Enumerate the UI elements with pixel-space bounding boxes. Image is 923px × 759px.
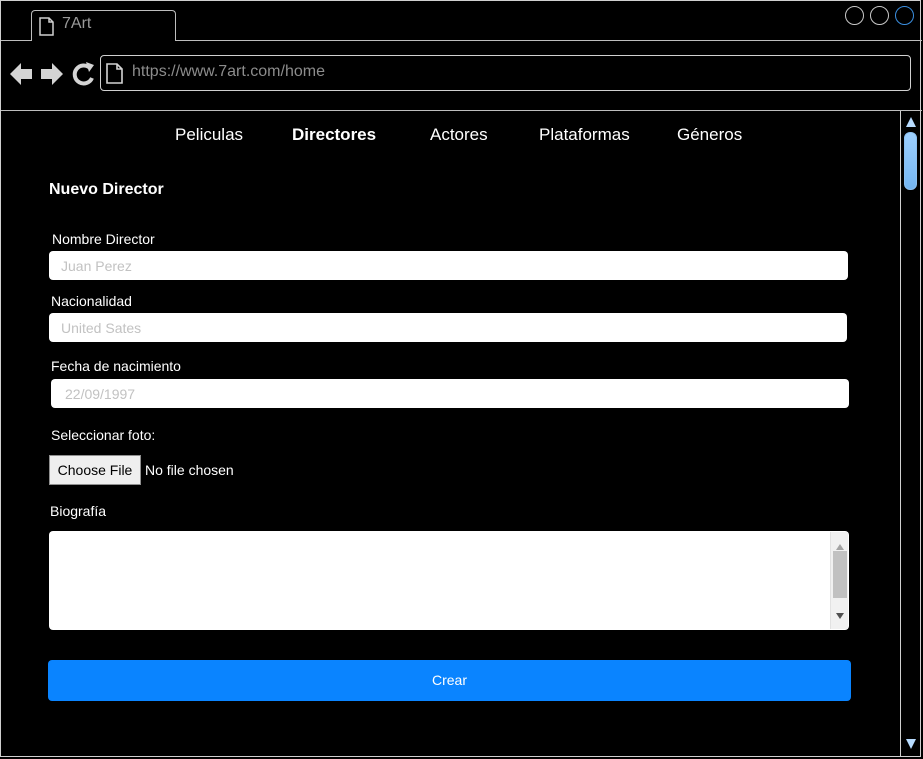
nav-item-peliculas[interactable]: Peliculas [175, 125, 243, 145]
birthdate-label: Fecha de nacimiento [51, 358, 181, 374]
close-button[interactable] [895, 6, 914, 25]
nav-item-generos[interactable]: Géneros [677, 125, 742, 145]
maximize-button[interactable] [870, 6, 889, 25]
forward-arrow-icon[interactable] [41, 63, 63, 85]
file-status: No file chosen [145, 462, 234, 478]
form-title: Nuevo Director [49, 181, 164, 198]
biography-textarea[interactable] [49, 531, 849, 630]
scroll-thumb[interactable] [904, 132, 917, 190]
browser-nav-controls [10, 62, 95, 88]
textarea-scroll-thumb[interactable] [833, 551, 847, 598]
director-name-input[interactable] [49, 251, 848, 280]
scroll-down-icon[interactable] [905, 737, 917, 755]
scroll-down-icon[interactable] [836, 606, 844, 624]
nav-item-directores[interactable]: Directores [292, 125, 376, 145]
textarea-scrollbar[interactable] [830, 532, 848, 629]
document-icon [39, 17, 54, 41]
toolbar-divider [1, 110, 922, 111]
reload-icon[interactable] [72, 62, 94, 86]
name-label: Nombre Director [52, 231, 155, 247]
nationality-input[interactable] [49, 313, 847, 342]
page-scrollbar[interactable] [900, 111, 921, 757]
choose-file-button[interactable]: Choose File [49, 455, 141, 485]
nationality-label: Nacionalidad [51, 293, 132, 309]
bio-label: Biografía [50, 503, 107, 519]
minimize-button[interactable] [845, 6, 864, 25]
tab-title: 7Art [62, 15, 92, 32]
browser-tab[interactable]: 7Art [31, 10, 176, 41]
url-text: https://www.7art.com/home [132, 63, 325, 80]
nav-item-plataformas[interactable]: Plataformas [539, 125, 630, 145]
page-icon [106, 63, 123, 89]
nav-item-actores[interactable]: Actores [430, 125, 488, 145]
birthdate-input[interactable] [51, 379, 849, 408]
scroll-up-icon[interactable] [905, 115, 917, 133]
address-bar[interactable]: https://www.7art.com/home [100, 55, 911, 91]
main-nav: Peliculas Directores Actores Plataformas… [0, 125, 900, 145]
back-arrow-icon[interactable] [10, 63, 32, 85]
photo-label: Seleccionar foto: [51, 427, 156, 443]
create-button[interactable]: Crear [48, 660, 851, 701]
